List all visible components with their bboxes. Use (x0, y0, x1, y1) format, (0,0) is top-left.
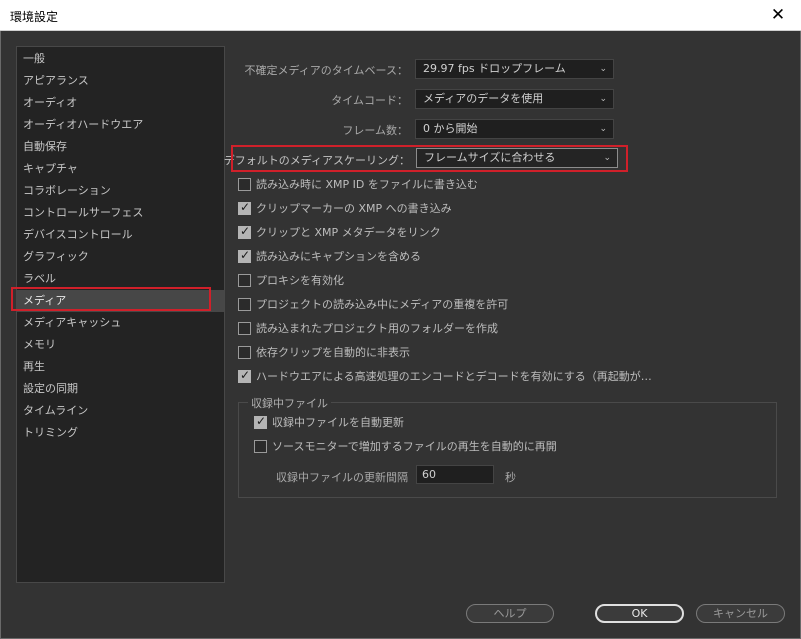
sidebar-item-collaboration[interactable]: コラボレーション (17, 180, 224, 202)
sidebar-item-playback[interactable]: 再生 (17, 356, 224, 378)
frame-number-value: 0 から開始 (423, 122, 478, 135)
sidebar-item-labels[interactable]: ラベル (17, 268, 224, 290)
sidebar-item-control-surface[interactable]: コントロールサーフェス (17, 202, 224, 224)
checkbox-label: 読み込み時に XMP ID をファイルに書き込む (256, 178, 478, 191)
sidebar-item-memory[interactable]: メモリ (17, 334, 224, 356)
checkbox-box[interactable] (238, 274, 251, 287)
checkbox-label: プロキシを有効化 (256, 274, 344, 287)
check-icon: ✓ (240, 224, 251, 238)
checkbox-label: 依存クリップを自動的に非表示 (256, 346, 410, 359)
frame-number-label: フレーム数： (342, 124, 408, 137)
title-bar: 環境設定 ✕ (0, 0, 801, 31)
sidebar-item-media-cache[interactable]: メディアキャッシュ (17, 312, 224, 334)
chevron-down-icon: ⌄ (599, 94, 607, 104)
scaling-label: デフォルトのメディアスケーリング： (223, 154, 410, 167)
check-icon: ✓ (240, 248, 251, 262)
sidebar-item-media[interactable]: メディア (17, 290, 224, 312)
chevron-down-icon: ⌄ (599, 64, 607, 74)
scaling-select[interactable]: フレームサイズに合わせる ⌄ (416, 148, 618, 168)
checkbox-label: クリップと XMP メタデータをリンク (256, 226, 441, 239)
checkbox-label: ソースモニターで増加するファイルの再生を自動的に再開 (272, 440, 557, 453)
refresh-interval-input[interactable]: 60 (416, 465, 494, 484)
scaling-value: フレームサイズに合わせる (424, 151, 556, 164)
chevron-down-icon: ⌄ (599, 124, 607, 134)
checkbox-box[interactable] (238, 322, 251, 335)
checkbox-box[interactable] (254, 440, 267, 453)
timecode-value: メディアのデータを使用 (423, 92, 544, 105)
frame-number-select[interactable]: 0 から開始 ⌄ (415, 119, 614, 139)
checkbox-box[interactable] (238, 346, 251, 359)
chevron-down-icon: ⌄ (603, 153, 611, 163)
checkbox-label: ハードウエアによる高速処理のエンコードとデコードを有効にする（再起動が… (256, 370, 652, 383)
timecode-label: タイムコード： (331, 94, 408, 107)
refresh-interval-label: 収録中ファイルの更新間隔 (276, 471, 408, 484)
checkbox-box[interactable]: ✓ (238, 368, 251, 383)
checkbox-label: 読み込まれたプロジェクト用のフォルダーを作成 (256, 322, 498, 335)
timebase-select[interactable]: 29.97 fps ドロップフレーム ⌄ (415, 59, 614, 79)
check-icon: ✓ (240, 368, 251, 382)
checkbox-box[interactable] (238, 298, 251, 311)
checkbox-label: クリップマーカーの XMP への書き込み (256, 202, 452, 215)
growing-files-title: 収録中ファイル (248, 395, 331, 411)
timebase-value: 29.97 fps ドロップフレーム (423, 62, 566, 75)
cancel-button[interactable]: キャンセル (696, 604, 785, 623)
checkbox-box[interactable]: ✓ (238, 224, 251, 239)
ok-button[interactable]: OK (595, 604, 684, 623)
checkbox-box[interactable] (238, 178, 251, 191)
sidebar-item-timeline[interactable]: タイムライン (17, 400, 224, 422)
sidebar-item-trimming[interactable]: トリミング (17, 422, 224, 444)
refresh-interval-unit: 秒 (505, 471, 516, 484)
timecode-select[interactable]: メディアのデータを使用 ⌄ (415, 89, 614, 109)
checkbox-label: 読み込みにキャプションを含める (256, 250, 421, 263)
window-title: 環境設定 (10, 10, 59, 24)
checkbox-box[interactable]: ✓ (238, 248, 251, 263)
checkbox-box[interactable]: ✓ (238, 200, 251, 215)
checkbox-box[interactable]: ✓ (254, 414, 267, 429)
help-button[interactable]: ヘルプ (466, 604, 554, 623)
check-icon: ✓ (240, 200, 251, 214)
check-icon: ✓ (256, 414, 267, 428)
sidebar-item-device-control[interactable]: デバイスコントロール (17, 224, 224, 246)
sidebar-item-graphics[interactable]: グラフィック (17, 246, 224, 268)
sidebar-item-sync-settings[interactable]: 設定の同期 (17, 378, 224, 400)
checkbox-label: プロジェクトの読み込み中にメディアの重複を許可 (256, 298, 509, 311)
timebase-label: 不確定メディアのタイムベース： (244, 64, 408, 77)
close-icon[interactable]: ✕ (755, 0, 801, 31)
checkbox-label: 収録中ファイルを自動更新 (272, 416, 404, 429)
